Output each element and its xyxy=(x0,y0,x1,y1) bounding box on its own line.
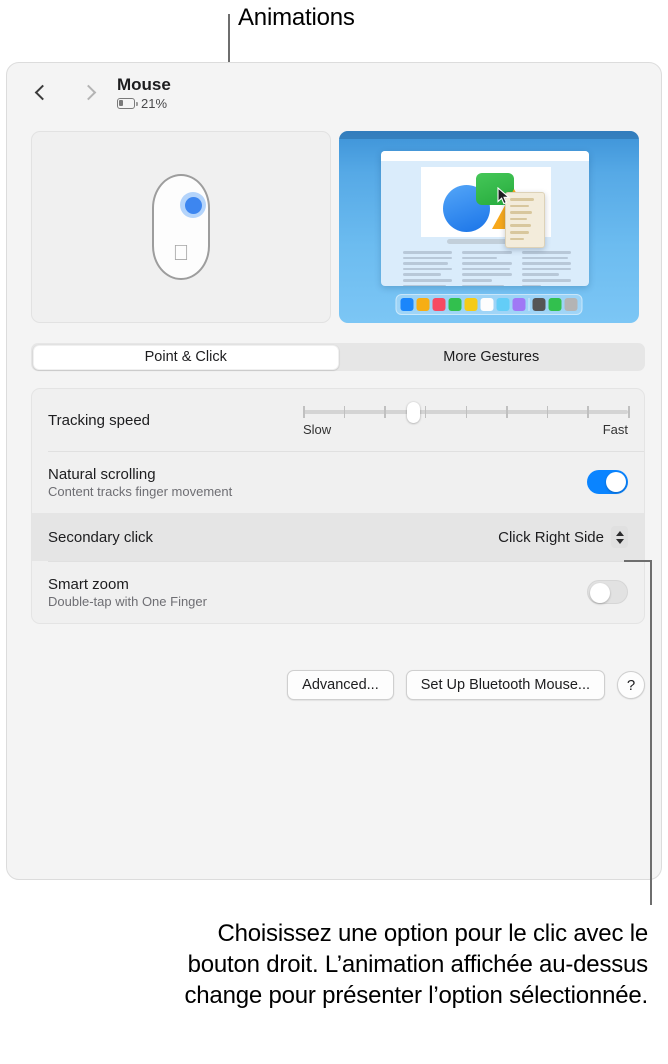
desktop-menubar xyxy=(339,131,639,139)
natural-scrolling-sublabel: Content tracks finger movement xyxy=(48,483,233,499)
set-up-bluetooth-mouse-button[interactable]: Set Up Bluetooth Mouse... xyxy=(405,670,605,700)
segmented-tab-bar: Point & Click More Gestures xyxy=(31,343,645,371)
natural-scrolling-label: Natural scrolling xyxy=(48,465,156,483)
dock-item xyxy=(448,298,462,311)
settings-group: Tracking speed Slow Fast Natural scrolli… xyxy=(31,388,645,624)
title-block: Mouse 21% xyxy=(117,75,171,111)
slider-min-label: Slow xyxy=(303,421,332,437)
callout-secondary-click-leader-horizontal xyxy=(624,560,652,562)
chevron-right-icon xyxy=(80,84,96,100)
row-natural-scrolling: Natural scrolling Content tracks finger … xyxy=(32,451,644,513)
dock-separator xyxy=(528,298,530,311)
smart-zoom-labels: Smart zoom Double-tap with One Finger xyxy=(48,567,207,618)
chevron-left-icon xyxy=(34,84,50,100)
dock-item xyxy=(432,298,446,311)
smart-zoom-label: Smart zoom xyxy=(48,575,129,593)
secondary-click-label: Secondary click xyxy=(48,528,154,546)
tab-point-and-click[interactable]: Point & Click xyxy=(32,344,339,370)
tracking-speed-label: Tracking speed xyxy=(48,411,150,429)
page-title: Mouse xyxy=(117,75,171,94)
preview-text-columns xyxy=(403,251,571,286)
battery-icon xyxy=(117,98,138,109)
toggle-knob xyxy=(590,583,610,603)
mouse-animation-panel:  xyxy=(31,131,331,323)
apple-logo-icon:  xyxy=(173,242,190,264)
row-tracking-speed: Tracking speed Slow Fast xyxy=(32,389,644,451)
secondary-click-popup-button[interactable]: Click Right Side xyxy=(498,526,628,548)
dock-item xyxy=(400,298,414,311)
window-header: Mouse 21% xyxy=(7,63,661,115)
smart-zoom-toggle[interactable] xyxy=(587,580,628,604)
secondary-click-value: Click Right Side xyxy=(498,528,604,546)
callout-secondary-click-caption: Choisissez une option pour le clic avec … xyxy=(184,920,648,1009)
desktop-animation-panel xyxy=(339,131,639,323)
dock-item xyxy=(464,298,478,311)
battery-percent-label: 21% xyxy=(141,96,168,111)
battery-status: 21% xyxy=(117,96,171,111)
desktop-dock xyxy=(395,294,583,315)
mouse-settings-window: Mouse 21%  xyxy=(6,62,662,880)
screenshot-root: Animations Mouse 21% Point & Click More … xyxy=(0,0,668,1064)
dock-item xyxy=(496,298,510,311)
row-smart-zoom: Smart zoom Double-tap with One Finger xyxy=(32,561,644,623)
footer-buttons: Advanced... Set Up Bluetooth Mouse... ? xyxy=(31,670,645,700)
dock-item xyxy=(548,298,562,311)
dock-item xyxy=(480,298,494,311)
slider-max-label: Fast xyxy=(602,421,628,437)
context-menu-popup xyxy=(505,192,545,248)
dock-item xyxy=(416,298,430,311)
chevron-updown-icon xyxy=(611,526,628,548)
tracking-speed-slider[interactable]: Slow Fast xyxy=(303,400,630,441)
tab-point-and-click-label: Point & Click xyxy=(144,349,227,365)
callout-secondary-click-leader-vertical xyxy=(650,560,652,905)
row-secondary-click: Secondary click Click Right Side xyxy=(32,513,644,561)
callout-animations-label: Animations xyxy=(238,4,355,31)
smart-zoom-sublabel: Double-tap with One Finger xyxy=(48,593,207,609)
dock-item xyxy=(532,298,546,311)
tab-more-gestures[interactable]: More Gestures xyxy=(339,345,644,370)
slider-track xyxy=(303,401,630,423)
advanced-button[interactable]: Advanced... xyxy=(287,670,394,700)
natural-scrolling-toggle[interactable] xyxy=(587,470,628,494)
forward-button[interactable] xyxy=(77,79,99,105)
natural-scrolling-labels: Natural scrolling Content tracks finger … xyxy=(48,457,232,508)
preview-row:  xyxy=(31,131,639,323)
dock-item xyxy=(512,298,526,311)
secondary-click-indicator xyxy=(184,196,202,214)
dock-item xyxy=(564,298,578,311)
magic-mouse-illustration:  xyxy=(152,174,210,280)
help-button[interactable]: ? xyxy=(617,671,645,699)
tab-more-gestures-label: More Gestures xyxy=(443,349,540,365)
desktop-preview-window xyxy=(381,151,589,286)
back-button[interactable] xyxy=(31,79,53,105)
toggle-knob xyxy=(606,472,626,492)
preview-window-titlebar xyxy=(381,151,589,161)
slider-thumb[interactable] xyxy=(407,401,420,423)
